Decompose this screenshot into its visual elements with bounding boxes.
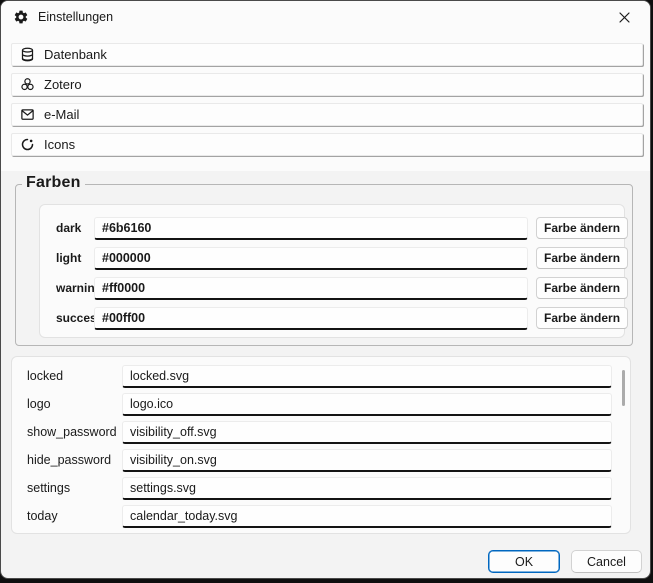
- section-header-email[interactable]: e-Mail: [11, 103, 643, 126]
- ok-button[interactable]: OK: [488, 550, 560, 573]
- sync-circle-icon: [20, 137, 35, 152]
- farben-groupbox: Farben dark Farbe ändern light Farbe änd…: [15, 184, 633, 346]
- section-header-zotero[interactable]: Zotero: [11, 73, 643, 96]
- icon-input-locked[interactable]: [122, 365, 612, 388]
- icon-row-hide-password: hide_password: [12, 446, 630, 474]
- icon-row-today: today: [12, 502, 630, 530]
- color-input-dark[interactable]: [94, 217, 528, 240]
- change-color-button[interactable]: Farbe ändern: [536, 277, 628, 299]
- icon-row-show-password: show_password: [12, 418, 630, 446]
- icon-input-today[interactable]: [122, 505, 612, 528]
- change-color-button[interactable]: Farbe ändern: [536, 217, 628, 239]
- icon-label: today: [27, 509, 122, 523]
- mail-icon: [20, 107, 35, 122]
- change-color-button[interactable]: Farbe ändern: [536, 247, 628, 269]
- color-row-warning: warning Farbe ändern: [40, 273, 624, 303]
- section-header-datenbank[interactable]: Datenbank: [11, 43, 643, 66]
- color-row-dark: dark Farbe ändern: [40, 213, 624, 243]
- color-label: success: [56, 311, 94, 325]
- icon-row-logo: logo: [12, 390, 630, 418]
- color-row-light: light Farbe ändern: [40, 243, 624, 273]
- icon-input-settings[interactable]: [122, 477, 612, 500]
- color-label: warning: [56, 281, 94, 295]
- database-icon: [20, 47, 35, 62]
- window-title: Einstellungen: [38, 10, 113, 24]
- close-button[interactable]: [602, 1, 646, 33]
- color-input-success[interactable]: [94, 307, 528, 330]
- color-input-light[interactable]: [94, 247, 528, 270]
- color-input-warning[interactable]: [94, 277, 528, 300]
- toolbox: Datenbank Zotero e-Mail Icons: [1, 33, 650, 171]
- icon-input-hide-password[interactable]: [122, 449, 612, 472]
- zotero-icon: [20, 77, 35, 92]
- icon-label: show_password: [27, 425, 122, 439]
- cancel-button[interactable]: Cancel: [571, 550, 642, 573]
- icon-label: hide_password: [27, 453, 122, 467]
- close-icon: [619, 12, 630, 23]
- icon-label: settings: [27, 481, 122, 495]
- section-header-icons[interactable]: Icons: [11, 133, 643, 156]
- section-label: e-Mail: [44, 107, 79, 122]
- icon-row-locked: locked: [12, 362, 630, 390]
- colors-panel: dark Farbe ändern light Farbe ändern war…: [39, 204, 625, 338]
- color-label: light: [56, 251, 94, 265]
- icon-input-logo[interactable]: [122, 393, 612, 416]
- settings-dialog: Einstellungen Datenbank Zotero e-Mail: [0, 0, 651, 579]
- farben-title: Farben: [22, 174, 85, 192]
- icon-label: locked: [27, 369, 122, 383]
- section-label: Datenbank: [44, 47, 107, 62]
- titlebar: Einstellungen: [1, 1, 650, 33]
- change-color-button[interactable]: Farbe ändern: [536, 307, 628, 329]
- icon-label: logo: [27, 397, 122, 411]
- icon-input-show-password[interactable]: [122, 421, 612, 444]
- color-label: dark: [56, 221, 94, 235]
- icon-files-panel: locked logo show_password hide_password …: [11, 356, 631, 534]
- section-label: Icons: [44, 137, 75, 152]
- color-row-success: success Farbe ändern: [40, 303, 624, 333]
- gear-icon: [13, 9, 29, 25]
- icon-row-settings: settings: [12, 474, 630, 502]
- scrollbar-thumb[interactable]: [622, 370, 625, 406]
- section-label: Zotero: [44, 77, 82, 92]
